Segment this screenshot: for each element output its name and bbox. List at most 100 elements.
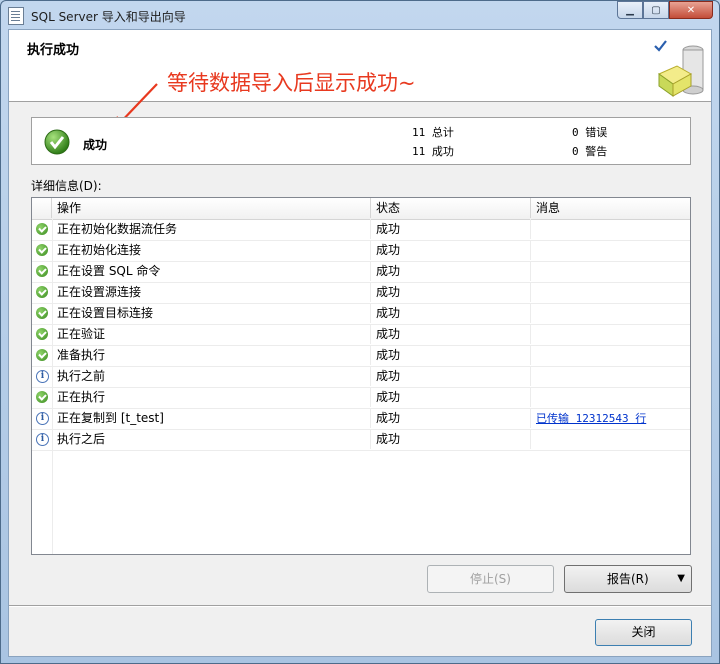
- row-icon-cell: [32, 324, 52, 344]
- header-icon-column: [32, 198, 52, 218]
- row-message: [531, 387, 690, 407]
- row-action: 正在设置目标连接: [52, 303, 371, 323]
- row-message: [531, 282, 690, 302]
- row-action: 执行之后: [52, 429, 371, 449]
- row-icon-cell: [32, 345, 52, 365]
- row-status: 成功: [371, 408, 531, 428]
- table-row[interactable]: 正在验证 成功: [32, 324, 690, 346]
- page-header: 执行成功 等待数据导入后显示成功~: [9, 30, 711, 134]
- success-icon: [36, 223, 48, 235]
- row-status: 成功: [371, 345, 531, 365]
- table-row[interactable]: 正在初始化连接 成功: [32, 240, 690, 262]
- row-status: 成功: [371, 240, 531, 260]
- row-icon-cell: [32, 282, 52, 302]
- row-message: [531, 345, 690, 365]
- row-status: 成功: [371, 387, 531, 407]
- row-action: 准备执行: [52, 345, 371, 365]
- column-header-message[interactable]: 消息: [531, 198, 690, 218]
- window-title: SQL Server 导入和导出向导: [31, 10, 186, 24]
- title-bar[interactable]: SQL Server 导入和导出向导 ▁ ▢ ✕: [1, 1, 719, 29]
- info-icon: i: [36, 412, 49, 425]
- row-action: 正在初始化数据流任务: [52, 219, 371, 239]
- table-row[interactable]: 准备执行 成功: [32, 345, 690, 367]
- table-row[interactable]: 正在设置 SQL 命令 成功: [32, 261, 690, 283]
- table-row[interactable]: 正在初始化数据流任务 成功: [32, 219, 690, 241]
- row-action: 正在设置 SQL 命令: [52, 261, 371, 281]
- row-status: 成功: [371, 261, 531, 281]
- row-message: [531, 240, 690, 260]
- table-row[interactable]: i 执行之前 成功: [32, 366, 690, 388]
- grid-header: 操作 状态 消息: [32, 198, 690, 220]
- window-controls: ▁ ▢ ✕: [617, 1, 713, 21]
- minimize-button[interactable]: ▁: [617, 1, 643, 19]
- page-title: 执行成功: [27, 43, 80, 58]
- dropdown-arrow-icon: ▼: [677, 573, 685, 584]
- row-status: 成功: [371, 366, 531, 386]
- success-check-icon: [44, 129, 70, 155]
- report-button-label: 报告(R): [607, 572, 649, 586]
- row-icon-cell: [32, 387, 52, 407]
- wizard-graphic-icon: [654, 40, 704, 97]
- row-message-link[interactable]: 已传输 12312543 行: [536, 412, 646, 425]
- success-icon: [36, 265, 48, 277]
- annotation-text: 等待数据导入后显示成功~: [167, 71, 416, 95]
- success-icon: [36, 244, 48, 256]
- row-icon-cell: [32, 303, 52, 323]
- row-status: 成功: [371, 303, 531, 323]
- column-header-status[interactable]: 状态: [371, 198, 531, 218]
- success-count: 11 成功: [412, 145, 454, 158]
- footer-divider: [9, 605, 711, 607]
- details-label: 详细信息(D):: [31, 179, 102, 193]
- row-message: 已传输 12312543 行: [531, 408, 690, 428]
- row-status: 成功: [371, 219, 531, 239]
- success-icon: [36, 391, 48, 403]
- row-message: [531, 303, 690, 323]
- column-header-action[interactable]: 操作: [52, 198, 371, 218]
- table-row[interactable]: 正在设置目标连接 成功: [32, 303, 690, 325]
- row-action: 正在设置源连接: [52, 282, 371, 302]
- row-message: [531, 219, 690, 239]
- wizard-window: SQL Server 导入和导出向导 ▁ ▢ ✕ 执行成功 等待数据导入后显示成…: [0, 0, 720, 664]
- maximize-button[interactable]: ▢: [643, 1, 669, 19]
- table-row[interactable]: 正在执行 成功: [32, 387, 690, 409]
- table-row[interactable]: i 正在复制到 [t_test] 成功 已传输 12312543 行: [32, 408, 690, 430]
- app-icon: [8, 7, 24, 25]
- success-icon: [36, 307, 48, 319]
- icon-column-divider: [52, 219, 53, 554]
- summary-status: 成功: [83, 138, 108, 152]
- warning-count: 0 警告: [572, 145, 608, 158]
- success-icon: [36, 328, 48, 340]
- row-icon-cell: i: [32, 366, 52, 386]
- row-action: 正在初始化连接: [52, 240, 371, 260]
- summary-panel: 成功 11 总计 11 成功 0 错误 0 警告: [31, 117, 691, 165]
- row-icon-cell: i: [32, 429, 52, 449]
- row-action: 正在复制到 [t_test]: [52, 408, 371, 428]
- row-action: 正在执行: [52, 387, 371, 407]
- close-window-button[interactable]: ✕: [669, 1, 713, 19]
- row-icon-cell: [32, 261, 52, 281]
- row-message: [531, 324, 690, 344]
- row-action: 执行之前: [52, 366, 371, 386]
- success-icon: [36, 349, 48, 361]
- row-icon-cell: [32, 219, 52, 239]
- error-count: 0 错误: [572, 126, 608, 139]
- table-row[interactable]: i 执行之后 成功: [32, 429, 690, 451]
- dialog-client: 执行成功 等待数据导入后显示成功~ 成功 11 总计 11 成功 0 错误 0 …: [8, 29, 712, 657]
- total-count: 11 总计: [412, 126, 454, 139]
- row-status: 成功: [371, 282, 531, 302]
- row-message: [531, 366, 690, 386]
- row-icon-cell: i: [32, 408, 52, 428]
- info-icon: i: [36, 370, 49, 383]
- info-icon: i: [36, 433, 49, 446]
- table-row[interactable]: 正在设置源连接 成功: [32, 282, 690, 304]
- row-status: 成功: [371, 324, 531, 344]
- close-button[interactable]: 关闭: [595, 619, 692, 646]
- row-action: 正在验证: [52, 324, 371, 344]
- details-grid[interactable]: 操作 状态 消息 正在初始化数据流任务 成功 正在初始化连接 成功 正在设置 SQL 命…: [31, 197, 691, 555]
- stop-button[interactable]: 停止(S): [427, 565, 554, 593]
- row-message: [531, 261, 690, 281]
- row-status: 成功: [371, 429, 531, 449]
- report-button[interactable]: 报告(R) ▼: [564, 565, 692, 593]
- row-message: [531, 429, 690, 449]
- success-icon: [36, 286, 48, 298]
